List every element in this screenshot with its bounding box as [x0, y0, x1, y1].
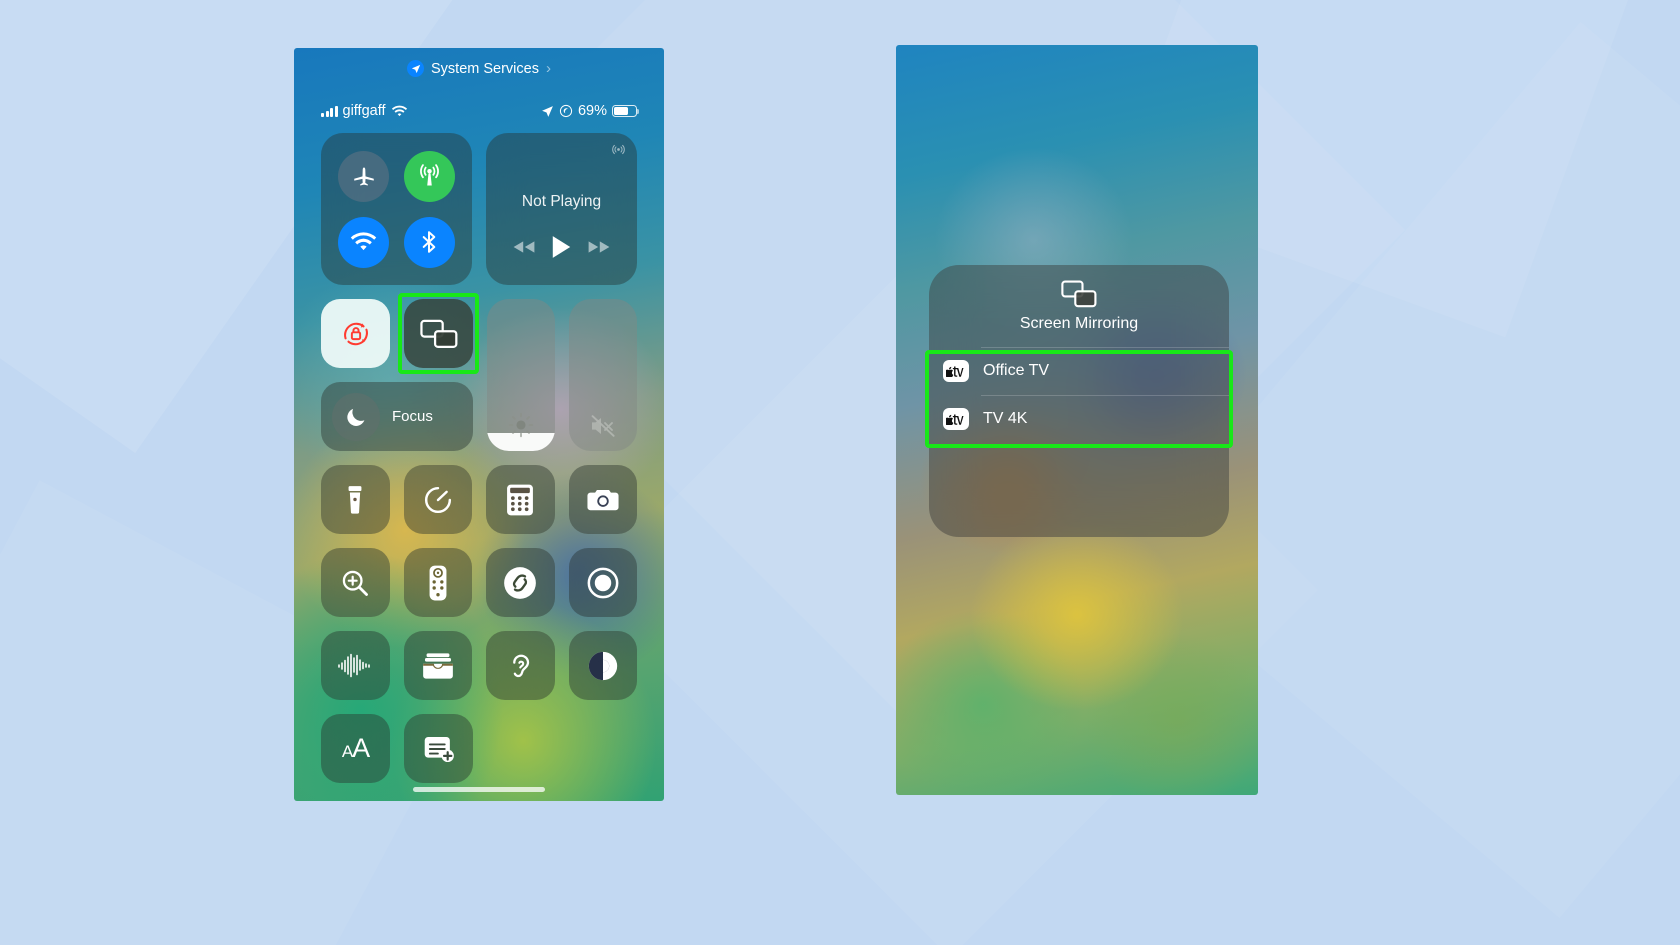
- wifi-icon: [391, 105, 408, 118]
- divider: [981, 395, 1229, 396]
- camera-icon: [587, 487, 619, 513]
- rotation-lock-icon: [339, 317, 373, 351]
- airplane-icon: [351, 163, 377, 189]
- moon-icon: [332, 392, 380, 441]
- system-services-label: System Services: [431, 60, 539, 77]
- ear-hearing-icon: [506, 650, 534, 682]
- device-row-office-tv[interactable]: Office TV: [929, 347, 1229, 395]
- dark-mode-icon: [587, 650, 619, 682]
- apple-tv-icon: [943, 360, 969, 382]
- sound-recognition-icon: [337, 652, 373, 680]
- speaker-mute-icon: [590, 414, 616, 438]
- sound-recognition-shortcut[interactable]: [321, 631, 390, 700]
- focus-label: Focus: [392, 408, 433, 425]
- cellular-data-toggle[interactable]: [403, 150, 455, 202]
- bluetooth-toggle[interactable]: [403, 216, 455, 268]
- media-playback-module[interactable]: Not Playing: [486, 133, 637, 285]
- device-row-empty: [929, 491, 1229, 537]
- system-services-banner[interactable]: System Services ›: [294, 60, 664, 77]
- cellular-bars-icon: [321, 105, 338, 117]
- wifi-toggle[interactable]: [338, 216, 390, 268]
- divider: [981, 347, 1229, 348]
- home-indicator: [413, 787, 545, 792]
- timer-icon: [422, 484, 454, 516]
- screen-mirroring-toggle[interactable]: [398, 293, 479, 374]
- rewind-icon[interactable]: [512, 239, 536, 255]
- rotation-lock-toggle[interactable]: [321, 299, 390, 368]
- connectivity-module: [321, 133, 473, 285]
- flashlight-icon: [342, 485, 368, 515]
- apple-tv-remote-shortcut[interactable]: [403, 548, 472, 617]
- bluetooth-icon: [417, 230, 441, 254]
- screen-record-icon: [587, 567, 619, 599]
- wallet-shortcut[interactable]: [403, 631, 472, 700]
- apple-tv-remote-icon: [429, 565, 447, 601]
- toggles-column: Focus: [321, 293, 479, 451]
- wallet-icon: [422, 652, 454, 680]
- left-phone-screenshot: System Services › giffgaff 69% Not Playi…: [294, 48, 664, 801]
- quick-note-icon: [423, 735, 455, 763]
- location-arrow-icon: [407, 60, 424, 77]
- device-name: Office TV: [983, 362, 1050, 379]
- calculator-icon: [506, 484, 534, 516]
- screen-mirroring-icon: [1061, 280, 1097, 308]
- play-icon[interactable]: [551, 235, 572, 259]
- text-size-shortcut[interactable]: AA: [321, 714, 390, 783]
- location-arrow-icon: [541, 105, 554, 118]
- shazam-shortcut[interactable]: [486, 548, 555, 617]
- screen-mirroring-icon: [419, 319, 458, 349]
- screen-recording-shortcut[interactable]: [568, 548, 637, 617]
- media-transport-controls: [486, 235, 637, 259]
- quick-note-shortcut[interactable]: [404, 714, 473, 783]
- camera-shortcut[interactable]: [568, 465, 637, 534]
- device-row-empty: [929, 443, 1229, 491]
- magnifier-icon: [340, 568, 370, 598]
- apple-tv-icon: [943, 408, 969, 430]
- screen-mirroring-sheet-header: Screen Mirroring: [929, 265, 1229, 347]
- flashlight-toggle[interactable]: [321, 465, 390, 534]
- device-row-tv-4k[interactable]: TV 4K: [929, 395, 1229, 443]
- airplane-mode-toggle[interactable]: [338, 150, 390, 202]
- shortcut-row-1: [321, 465, 637, 534]
- shortcut-row-4: AA: [321, 714, 637, 783]
- shortcut-row-3: [321, 631, 637, 700]
- screen-mirroring-title: Screen Mirroring: [1019, 314, 1139, 332]
- shazam-icon: [503, 566, 537, 600]
- wifi-icon: [350, 231, 377, 253]
- focus-toggle[interactable]: Focus: [321, 382, 473, 451]
- right-phone-screenshot: Screen Mirroring Office TV TV 4K: [896, 45, 1258, 795]
- status-bar: giffgaff 69%: [294, 100, 664, 122]
- battery-percent-label: 69%: [577, 103, 607, 119]
- brightness-sun-icon: [508, 412, 534, 438]
- brightness-slider[interactable]: [487, 299, 555, 451]
- volume-slider[interactable]: [569, 299, 637, 451]
- cellular-antenna-icon: [416, 163, 443, 190]
- chevron-right-icon: ›: [545, 60, 551, 77]
- shortcut-row-2: [321, 548, 637, 617]
- focus-moon-icon: [559, 104, 573, 118]
- carrier-label: giffgaff: [342, 103, 386, 119]
- device-name: TV 4K: [983, 410, 1028, 427]
- calculator-shortcut[interactable]: [486, 465, 555, 534]
- text-size-icon: AA: [341, 733, 370, 763]
- control-center: Not Playing Focus A A: [321, 133, 637, 797]
- battery-icon: [612, 105, 640, 117]
- media-status-label: Not Playing: [521, 193, 602, 210]
- magnifier-shortcut[interactable]: [321, 548, 390, 617]
- screen-mirroring-sheet: Screen Mirroring Office TV TV 4K: [929, 265, 1229, 537]
- airplay-audio-icon[interactable]: [611, 142, 626, 157]
- fast-forward-icon[interactable]: [587, 239, 611, 255]
- timer-shortcut[interactable]: [403, 465, 472, 534]
- hearing-shortcut[interactable]: [486, 631, 555, 700]
- dark-mode-shortcut[interactable]: [568, 631, 637, 700]
